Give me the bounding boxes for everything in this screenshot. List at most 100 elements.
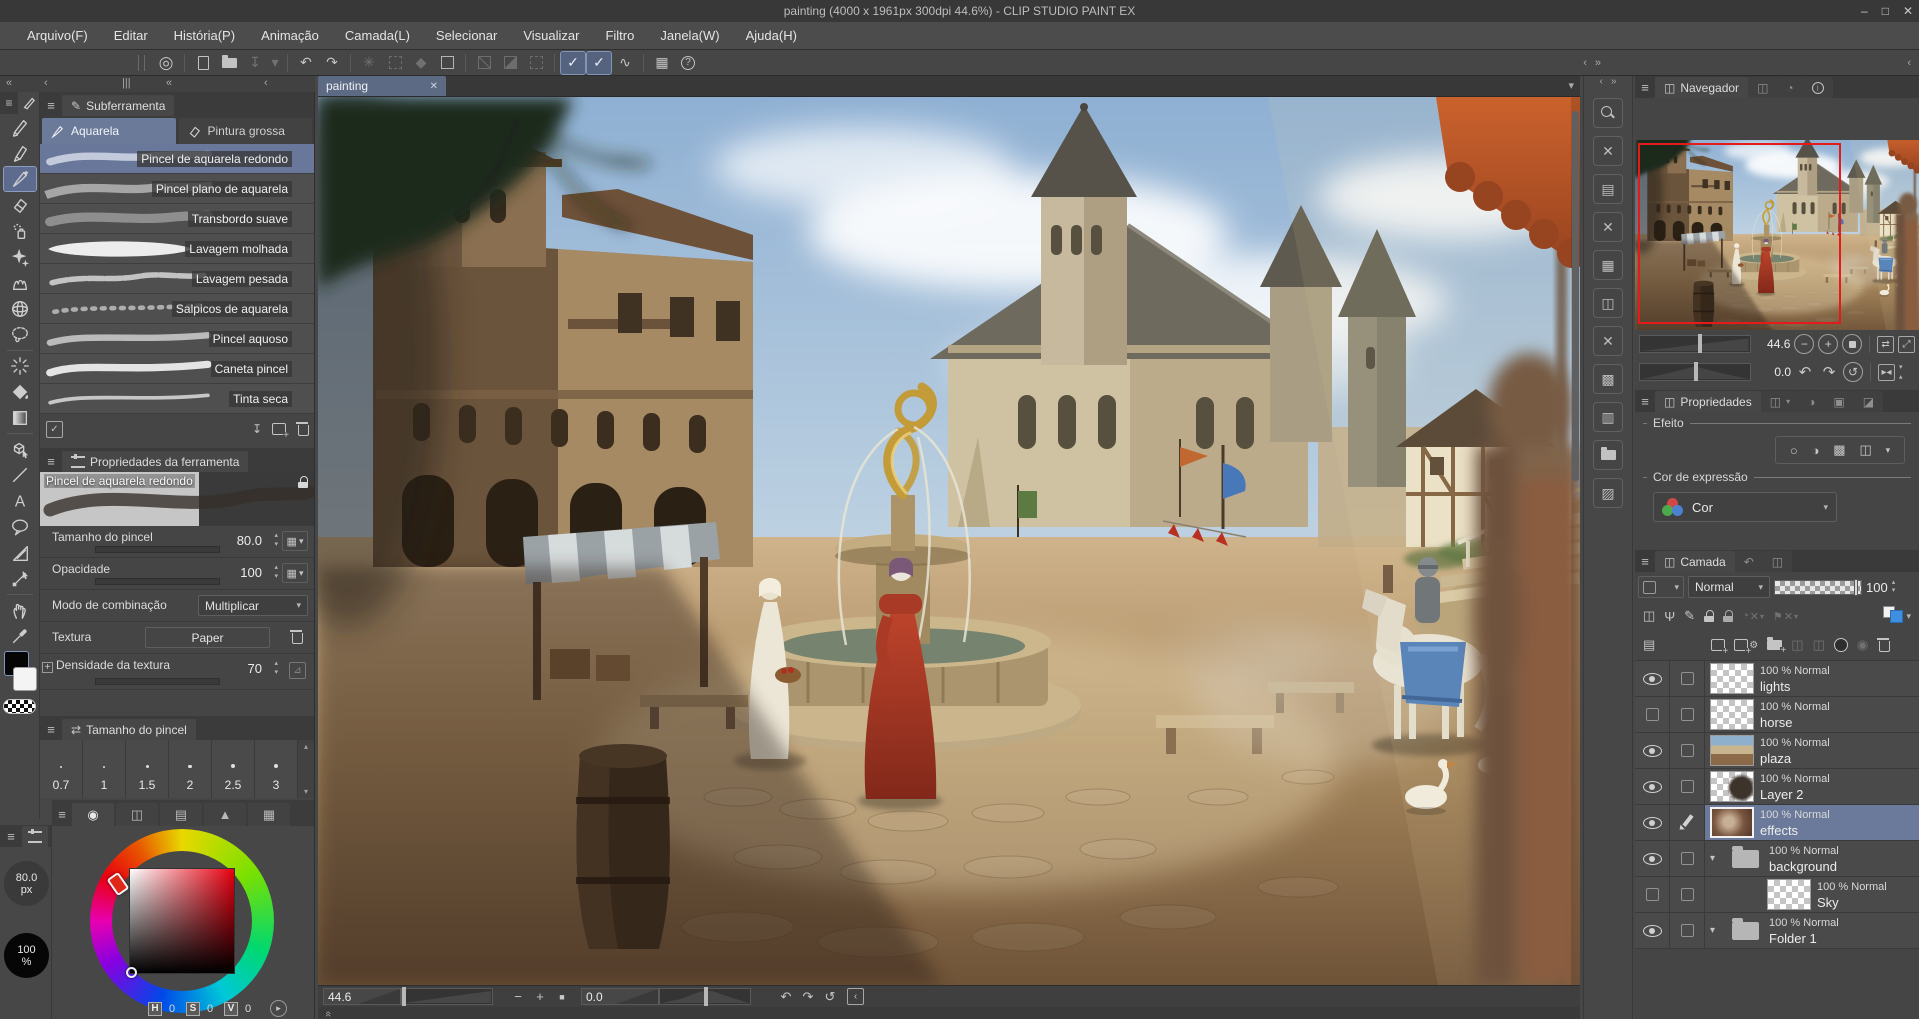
layer-panel-menu-icon[interactable]: ≡ — [1635, 554, 1655, 572]
collapse-subtool-icon[interactable]: « — [166, 77, 172, 89]
import-subtool-icon[interactable]: ↧ — [252, 422, 262, 436]
extra-tab[interactable]: ◪ — [1853, 391, 1884, 412]
size-preset[interactable]: 3 — [255, 740, 298, 798]
remove-texture-icon[interactable] — [290, 630, 303, 644]
stroke-tab[interactable]: ▣ — [1824, 391, 1854, 412]
rotate-left-icon[interactable]: ↶ — [775, 989, 797, 1005]
fit-to-screen-icon[interactable]: ■ — [551, 992, 573, 1002]
apply-mask-icon[interactable]: ◉ — [1857, 637, 1868, 653]
navigator-zoom-value[interactable]: 44.6 — [1755, 337, 1790, 351]
new-folder-icon[interactable] — [1767, 637, 1787, 655]
size-preset[interactable]: 1 — [83, 740, 126, 798]
panel-grip-icon[interactable]: ||| — [122, 77, 131, 89]
menu-visualizar[interactable]: Visualizar — [510, 28, 592, 43]
menu-animacao[interactable]: Animação — [248, 28, 332, 43]
animation-tab[interactable]: ◫ — [1762, 551, 1793, 572]
layer-check[interactable] — [1670, 697, 1705, 732]
nav-rotate-left-icon[interactable]: ↶ — [1795, 362, 1815, 382]
tool-property-tab[interactable]: Propriedades da ferramenta — [62, 451, 249, 472]
redo-icon[interactable]: ↷ — [320, 52, 344, 74]
folder-expand-icon[interactable]: ▾ — [1710, 853, 1722, 864]
enable-mask-icon[interactable]: ◔ ✕ ▾ — [1742, 610, 1764, 623]
undo-icon[interactable]: ↶ — [294, 52, 318, 74]
color-wheel-tab[interactable]: ◉ — [72, 803, 114, 826]
tool-palette-menu-icon[interactable]: ≡ — [0, 92, 18, 114]
lock-icon[interactable] — [298, 476, 308, 488]
reselect-icon[interactable] — [383, 52, 407, 74]
brush-item[interactable]: Pincel aquoso — [40, 324, 314, 354]
layer-opacity-spinner[interactable]: ▴ ▾ — [1892, 579, 1896, 595]
layer-row-lights[interactable]: 100 % Normal lights — [1635, 661, 1919, 697]
draft-layer-icon[interactable]: ✎ — [1684, 608, 1695, 624]
brush-item[interactable]: Salpicos de aquarela — [40, 294, 314, 324]
nav-fit-icon[interactable] — [1842, 334, 1863, 354]
collapse-panel-icon[interactable]: ‹ — [264, 77, 268, 89]
nav-zoom-out-icon[interactable]: − — [1794, 334, 1815, 354]
layer-property-tab[interactable]: ◫ Propriedades — [1655, 391, 1761, 412]
brush-size-dynamics-button[interactable]: ▦ ▾ — [282, 531, 308, 551]
selection-border-icon[interactable] — [524, 52, 548, 74]
navigator-tab[interactable]: ◫ Navegador — [1655, 77, 1749, 98]
layer-row-horse[interactable]: 100 % Normal horse — [1635, 697, 1919, 733]
color-history-tab[interactable]: ▦ — [248, 803, 290, 826]
layer-row-sky[interactable]: 100 % Normal Sky — [1635, 877, 1919, 913]
layer-color-select[interactable]: ▾ — [1883, 606, 1911, 623]
reference-layer-icon[interactable]: Ψ — [1664, 609, 1675, 624]
navigator-preview[interactable] — [1635, 140, 1919, 330]
layer-visibility-toggle[interactable] — [1635, 733, 1670, 768]
opacity-value[interactable]: 100 — [218, 565, 262, 580]
color-slider-tab[interactable]: ▤ — [160, 803, 202, 826]
size-preset[interactable]: 0.7 — [40, 740, 83, 798]
tool-line[interactable] — [4, 463, 36, 487]
brush-size-spinner[interactable]: ▴ ▾ — [274, 531, 278, 549]
layer-check[interactable] — [1670, 661, 1705, 696]
nav-reset-all-icon[interactable]: ▾ ▾ — [1899, 364, 1903, 380]
subtool-group-tab-aquarela[interactable]: Aquarela — [42, 118, 176, 144]
layer-thumbnail[interactable] — [1710, 771, 1754, 802]
subtool-tab[interactable]: ✎ Subferramenta — [62, 95, 175, 116]
create-mask-icon[interactable] — [1833, 638, 1848, 652]
navigator-zoom-slider[interactable] — [1639, 334, 1751, 353]
document-tab[interactable]: painting ✕ — [318, 76, 446, 96]
item-bank-tab[interactable]: ◔ — [1777, 77, 1803, 98]
nav-rotate-right-icon[interactable]: ↷ — [1819, 362, 1839, 382]
tool-palette-tab[interactable] — [18, 92, 39, 114]
material-dock-icon-4[interactable]: ▦ — [1593, 250, 1623, 280]
layer-reflect-icon[interactable]: ◫ — [1859, 442, 1871, 458]
tool-fill[interactable] — [4, 380, 36, 404]
open-file-icon[interactable] — [217, 52, 241, 74]
merge-down-icon[interactable]: ◫ — [1813, 637, 1825, 653]
layer-blend-mode-select[interactable]: Normal ▾ — [1688, 576, 1770, 598]
texture-select-button[interactable]: Paper — [145, 627, 270, 648]
expand-density-icon[interactable]: + — [42, 662, 53, 673]
tool-lasso-select[interactable] — [4, 323, 36, 347]
zoom-slider[interactable] — [401, 987, 493, 1006]
collapse-all-left-icon[interactable]: « — [6, 77, 12, 89]
subtool-menu-icon[interactable]: ≡ — [40, 98, 62, 116]
preset-scrollbar[interactable]: ▴ ▾ — [298, 740, 314, 798]
expression-color-select[interactable]: Cor ▾ — [1653, 492, 1837, 522]
tool-airbrush[interactable] — [4, 219, 36, 243]
layer-check[interactable] — [1670, 877, 1705, 912]
ruler-range-icon[interactable]: ⚑ ✕ ▾ — [1773, 610, 1798, 623]
material-dock-icon-10[interactable]: ▨ — [1593, 478, 1623, 508]
brush-item[interactable]: Tinta seca — [40, 384, 314, 414]
layer-list-view-icon[interactable]: ▤ — [1643, 637, 1655, 653]
lock-transparent-pixels-icon[interactable] — [1723, 610, 1734, 622]
brush-size-indicator[interactable]: 80.0 px — [4, 861, 49, 906]
blend-mode-select[interactable]: Multiplicar ▾ — [198, 595, 308, 616]
layer-search-tab[interactable]: ◫ ▾ — [1760, 391, 1800, 412]
menu-filtro[interactable]: Filtro — [592, 28, 647, 43]
tool-hand[interactable] — [4, 598, 36, 622]
new-raster-layer-icon[interactable] — [1711, 639, 1729, 656]
snap-special-ruler-icon[interactable]: ✓ — [586, 50, 612, 75]
tool-property-menu-icon[interactable]: ≡ — [40, 454, 62, 472]
brush-size-value[interactable]: 80.0 — [218, 533, 262, 548]
halftone-effect-icon[interactable]: ▩ — [1833, 442, 1845, 458]
density-slider[interactable] — [95, 678, 220, 685]
collapse-left-icon[interactable]: ‹ — [44, 77, 48, 89]
brush-item[interactable]: Caneta pincel — [40, 354, 314, 384]
layer-check[interactable] — [1670, 733, 1705, 768]
brush-item[interactable]: Lavagem molhada — [40, 234, 314, 264]
material-dock-icon-8[interactable]: ▥ — [1593, 402, 1623, 432]
